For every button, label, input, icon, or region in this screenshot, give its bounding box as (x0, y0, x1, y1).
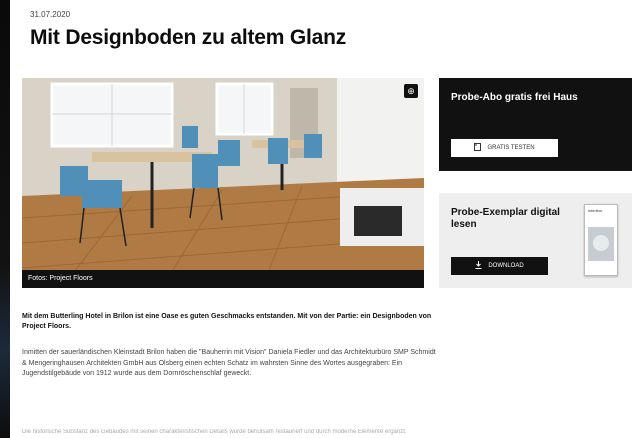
magazine-cover-thumbnail[interactable]: interieur (584, 204, 618, 276)
download-icon (475, 261, 482, 271)
hotel-interior-photo (22, 78, 424, 288)
zoom-icon[interactable]: ⊕ (404, 84, 418, 98)
download-label: DOWNLOAD (488, 263, 524, 269)
page-title: Mit Designboden zu altem Glanz (30, 26, 347, 49)
image-caption: Fotos: Project Floors (22, 270, 424, 288)
gratis-testen-label: GRATIS TESTEN (487, 145, 535, 151)
article-body: Inmitten der sauerländischen Kleinstadt … (22, 349, 436, 377)
document-icon (474, 143, 482, 153)
hero-image[interactable]: ⊕ Fotos: Project Floors (22, 78, 424, 288)
article-page: 31.07.2020 Mit Designboden zu altem Glan… (10, 0, 636, 438)
gratis-testen-button[interactable]: GRATIS TESTEN (451, 139, 558, 157)
magazine-title: interieur (588, 208, 603, 213)
background-edge (0, 0, 10, 438)
promo-abo-title: Probe-Abo gratis frei Haus (451, 92, 578, 103)
magazine-cover-photo (588, 227, 614, 261)
article-body-continued: Die historische Substanz des Gebäudes mi… (22, 429, 407, 435)
promo-probe-exemplar: Probe-Exemplar digital lesen DOWNLOAD in… (439, 193, 632, 288)
promo-digital-title: Probe-Exemplar digital lesen (451, 207, 560, 230)
article-date: 31.07.2020 (30, 10, 71, 19)
promo-probe-abo: Probe-Abo gratis frei Haus GRATIS TESTEN (439, 78, 632, 171)
download-button[interactable]: DOWNLOAD (451, 257, 548, 275)
article-intro: Mit dem Butterling Hotel in Brilon ist e… (22, 313, 432, 330)
